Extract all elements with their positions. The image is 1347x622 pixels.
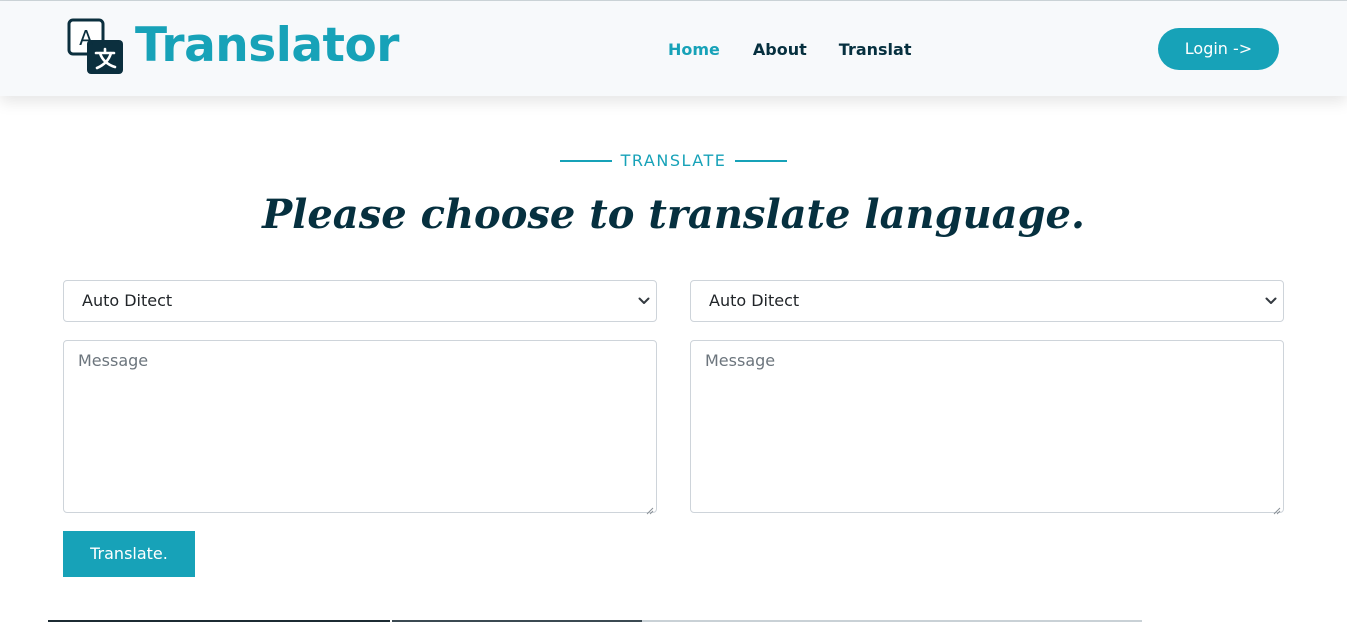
source-message-placeholder: Message (78, 351, 149, 370)
target-language-value: Auto Ditect (709, 291, 800, 310)
tag-line-left (559, 160, 612, 162)
page-heading: Please choose to translate language. (262, 191, 1085, 238)
brand-logo[interactable]: A Translator (67, 18, 400, 74)
translate-button[interactable]: Translate. (63, 531, 195, 577)
target-message-placeholder: Message (705, 351, 776, 370)
section-tag: TRANSLATE (0, 150, 1347, 172)
nav-home[interactable]: Home (668, 38, 720, 62)
translate-icon: A (67, 18, 125, 74)
nav-translat[interactable]: Translat (839, 38, 912, 62)
source-language-value: Auto Ditect (82, 291, 173, 310)
source-message-textarea[interactable]: Message (63, 340, 657, 515)
target-language-select[interactable]: Auto Ditect (690, 280, 1284, 322)
tag-line-right (735, 160, 788, 162)
chevron-down-icon (1265, 296, 1277, 306)
nav-about[interactable]: About (753, 38, 807, 62)
icon-letter-a: A (79, 26, 93, 50)
target-message-textarea[interactable]: Message (690, 340, 1284, 515)
chevron-down-icon (638, 296, 650, 306)
resize-handle-icon[interactable] (1271, 500, 1281, 515)
login-button[interactable]: Login -> (1158, 28, 1279, 70)
resize-handle-icon[interactable] (644, 500, 654, 515)
section-tag-label: TRANSLATE (620, 151, 727, 170)
site-header: A Translator Home About Translat Login -… (0, 1, 1347, 96)
brand-name: Translator (135, 18, 400, 73)
main-nav: Home About Translat (668, 38, 911, 62)
source-language-select[interactable]: Auto Ditect (63, 280, 657, 322)
